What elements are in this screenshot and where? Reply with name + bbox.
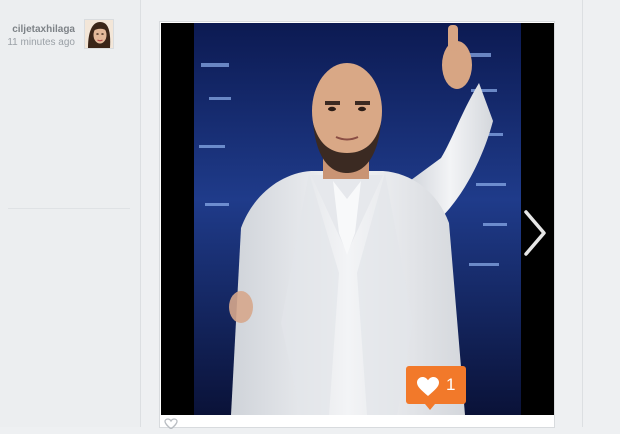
post-photo[interactable]	[161, 23, 554, 415]
like-count-badge[interactable]: 1	[406, 366, 466, 410]
post-timestamp[interactable]: 11 minutes ago	[7, 37, 75, 48]
column-divider	[140, 0, 141, 427]
heart-icon	[416, 376, 440, 402]
column-divider-right	[582, 0, 583, 427]
post-action-bar	[161, 415, 554, 427]
post-username[interactable]: ciljetaxhilaga	[12, 24, 75, 35]
sidebar	[0, 0, 140, 427]
sidebar-divider	[8, 208, 130, 209]
chevron-right-icon	[524, 210, 546, 256]
like-count: 1	[446, 375, 456, 394]
heart-outline-icon[interactable]	[164, 416, 178, 430]
badge-pointer	[425, 404, 435, 410]
avatar[interactable]	[84, 19, 114, 49]
next-photo-button[interactable]	[516, 200, 554, 266]
